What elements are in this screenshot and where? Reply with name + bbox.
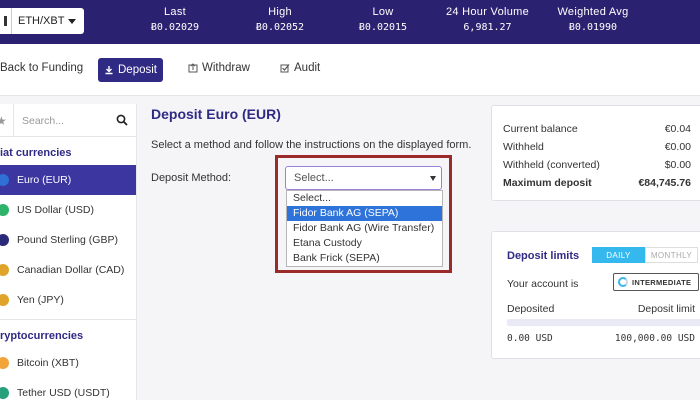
stat-label: Weighted Avg <box>557 6 629 18</box>
stat-label: 24 Hour Volume <box>445 6 530 18</box>
ticker-bar: ETH/XBT Last Ƀ0.02029 High Ƀ0.02052 Low … <box>0 0 700 44</box>
sidebar-item-jpy[interactable]: Yen (JPY) <box>0 285 136 315</box>
deposit-limit-label: Deposit limit <box>637 303 695 315</box>
yen-icon <box>0 294 9 306</box>
deposited-value: 0.00 USD <box>507 333 553 344</box>
balance-label: Maximum deposit <box>503 177 592 189</box>
crypto-section-title: ryptocurrencies <box>0 330 84 342</box>
stat-low: Low Ƀ0.02015 <box>353 6 413 33</box>
deposit-method-select[interactable]: Select... <box>285 166 442 190</box>
bitcoin-icon <box>0 357 9 369</box>
star-icon[interactable]: ★ <box>0 114 7 128</box>
stat-value: 6,981.27 <box>463 22 512 33</box>
back-label: Back to Funding <box>0 62 84 74</box>
balance-label: Withheld (converted) <box>503 159 600 171</box>
stat-label: High <box>268 6 292 18</box>
chevron-down-icon <box>430 176 436 181</box>
balance-value: €84,745.76 <box>638 177 691 189</box>
funding-subnav: Back to Funding Deposit Withdraw Audit <box>0 44 700 96</box>
withdraw-tab[interactable]: Withdraw <box>188 62 250 74</box>
sidebar-item-label: Euro (EUR) <box>17 174 72 186</box>
balance-value: $0.00 <box>664 159 691 171</box>
sidebar-item-label: US Dollar (USD) <box>17 204 95 216</box>
stat-value: Ƀ0.02015 <box>358 22 408 33</box>
sidebar-item-usd[interactable]: US Dollar (USD) <box>0 195 136 225</box>
euro-icon <box>0 174 9 186</box>
sidebar-item-usdt[interactable]: Tether USD (USDT) <box>0 378 136 400</box>
sidebar-item-label: Bitcoin (XBT) <box>17 357 79 369</box>
audit-tab[interactable]: Audit <box>280 62 320 74</box>
limits-title: Deposit limits <box>507 250 580 262</box>
back-to-funding-link[interactable]: Back to Funding <box>0 62 83 74</box>
sidebar-item-xbt[interactable]: Bitcoin (XBT) <box>0 348 136 378</box>
deposit-limit-value: 100,000.00 USD <box>614 333 695 344</box>
balance-value: €0.00 <box>664 141 691 153</box>
deposit-limits-card: Deposit limits DAILY MONTHLY Your accoun… <box>491 231 700 359</box>
stat-high: High Ƀ0.02052 <box>250 6 310 33</box>
pair-menu-icon <box>0 8 12 34</box>
sidebar-item-gbp[interactable]: Pound Sterling (GBP) <box>0 225 136 255</box>
deposit-tab[interactable]: Deposit <box>98 58 163 82</box>
stat-last: Last Ƀ0.02029 <box>150 6 200 33</box>
sidebar-item-cad[interactable]: Canadian Dollar (CAD) <box>0 255 136 285</box>
period-toggle: DAILY MONTHLY <box>592 247 698 263</box>
stat-value: Ƀ0.01990 <box>568 22 618 33</box>
balance-value: €0.04 <box>664 123 691 135</box>
pound-icon <box>0 234 9 246</box>
level-ring-icon <box>618 277 628 287</box>
download-icon <box>105 66 113 75</box>
search-icon[interactable] <box>116 114 128 126</box>
limit-progress-bar <box>507 319 700 326</box>
deposit-method-label: Deposit Method: <box>151 172 232 184</box>
stat-volume: 24 Hour Volume 6,981.27 <box>440 6 535 33</box>
divider <box>13 104 14 137</box>
sidebar-item-label: Canadian Dollar (CAD) <box>17 264 125 276</box>
currency-sidebar: ★ Search... iat currencies Euro (EUR) US… <box>0 104 137 400</box>
stat-label: Low <box>372 6 394 18</box>
pair-selector[interactable]: ETH/XBT <box>0 8 85 34</box>
account-label: Your account is <box>507 278 579 290</box>
instructions-text: Select a method and follow the instructi… <box>151 139 472 151</box>
deposit-label: Deposit <box>118 64 157 76</box>
monthly-toggle[interactable]: MONTHLY <box>645 247 698 263</box>
audit-label: Audit <box>294 62 321 74</box>
daily-toggle[interactable]: DAILY <box>592 247 645 263</box>
search-input[interactable]: Search... <box>22 115 64 127</box>
stat-weighted-avg: Weighted Avg Ƀ0.01990 <box>550 6 636 33</box>
dropdown-option-selected[interactable]: Fidor Bank AG (SEPA) <box>287 206 442 221</box>
sidebar-item-label: Yen (JPY) <box>17 294 64 306</box>
select-value: Select... <box>294 172 334 184</box>
dollar-icon <box>0 204 9 216</box>
upload-icon <box>188 63 198 73</box>
dropdown-option[interactable]: Etana Custody <box>287 236 442 251</box>
stat-label: Last <box>164 6 186 18</box>
account-level: INTERMEDIATE <box>632 277 692 287</box>
balance-label: Current balance <box>503 123 578 135</box>
dropdown-option[interactable]: Select... <box>287 191 442 206</box>
sidebar-item-label: Tether USD (USDT) <box>17 387 110 399</box>
account-level-badge: INTERMEDIATE <box>613 273 699 291</box>
deposited-label: Deposited <box>507 303 555 315</box>
sidebar-item-eur[interactable]: Euro (EUR) <box>0 165 136 195</box>
page-title: Deposit Euro (EUR) <box>151 106 281 122</box>
stat-value: Ƀ0.02029 <box>150 22 200 33</box>
currency-search: ★ Search... <box>0 104 136 137</box>
balance-card: Current balance €0.04 Withheld €0.00 Wit… <box>491 105 700 201</box>
sidebar-item-label: Pound Sterling (GBP) <box>17 234 118 246</box>
fiat-section-title: iat currencies <box>0 147 72 159</box>
pair-label: ETH/XBT <box>18 15 65 27</box>
dropdown-option[interactable]: Fidor Bank AG (Wire Transfer) <box>287 221 442 236</box>
stat-value: Ƀ0.02052 <box>255 22 305 33</box>
chevron-down-icon <box>68 18 77 24</box>
checkbox-icon <box>280 64 290 73</box>
withdraw-label: Withdraw <box>202 62 250 74</box>
tether-icon <box>0 387 9 399</box>
canadian-dollar-icon <box>0 264 9 276</box>
deposit-method-dropdown: Select... Fidor Bank AG (SEPA) Fidor Ban… <box>286 190 443 267</box>
balance-label: Withheld <box>503 141 544 153</box>
dropdown-option[interactable]: Bank Frick (SEPA) <box>287 251 442 266</box>
